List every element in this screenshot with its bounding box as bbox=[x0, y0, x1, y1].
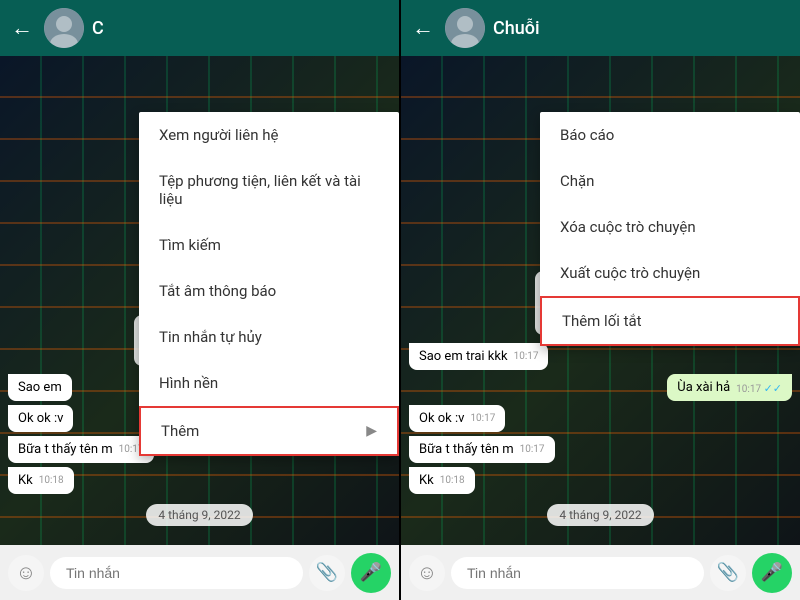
left-menu-search[interactable]: Tìm kiếm bbox=[139, 222, 399, 268]
right-emoji-button[interactable]: ☺ bbox=[409, 555, 445, 591]
left-menu-view-contact[interactable]: Xem người liên hệ bbox=[139, 112, 399, 158]
right-msg-3: Ok ok :v 10:17 bbox=[409, 405, 505, 432]
left-menu-disappearing[interactable]: Tin nhắn tự hủy bbox=[139, 314, 399, 360]
right-msg-4: Bữa t thấy tên m 10:17 bbox=[409, 436, 555, 463]
right-menu-report[interactable]: Báo cáo bbox=[540, 112, 800, 158]
right-msg-2-tick: ✓✓ bbox=[764, 382, 782, 395]
left-menu-chevron-icon: ▶ bbox=[366, 423, 377, 439]
left-menu-media[interactable]: Tệp phương tiện, liên kết và tài liệu bbox=[139, 158, 399, 222]
right-chat-background: 🔒 Tin nhắn và cuộc...Những người bên ng.… bbox=[401, 56, 800, 600]
left-message-input[interactable] bbox=[50, 557, 303, 589]
right-menu-shortcut[interactable]: Thêm lối tắt bbox=[540, 296, 800, 346]
right-date-badge: 4 tháng 9, 2022 bbox=[547, 504, 653, 526]
right-contact-name[interactable]: Chuỗi bbox=[493, 18, 792, 39]
right-msg-1: Sao em trai kkk 10:17 bbox=[409, 343, 548, 370]
right-panel: ← Chuỗi 🔒 Tin nhắn và cuộc...Những người… bbox=[401, 0, 800, 600]
right-attach-button[interactable]: 📎 bbox=[710, 555, 746, 591]
left-header: ← C bbox=[0, 0, 399, 56]
left-msg-3: Bữa t thấy tên m 10:17 bbox=[8, 436, 154, 463]
right-dropdown-menu: Báo cáo Chặn Xóa cuộc trò chuyện Xuất cu… bbox=[540, 112, 800, 346]
left-input-bar: ☺ 📎 🎤 bbox=[0, 545, 399, 600]
right-back-button[interactable]: ← bbox=[409, 15, 437, 41]
left-contact-name[interactable]: C bbox=[92, 18, 391, 39]
left-back-button[interactable]: ← bbox=[8, 15, 36, 41]
left-msg-2: Ok ok :v bbox=[8, 405, 73, 432]
left-msg-1: Sao em bbox=[8, 374, 72, 401]
right-menu-clear-chat[interactable]: Xóa cuộc trò chuyện bbox=[540, 204, 800, 250]
right-mic-button[interactable]: 🎤 bbox=[752, 553, 792, 593]
right-message-input[interactable] bbox=[451, 557, 704, 589]
left-menu-more[interactable]: Thêm ▶ bbox=[139, 406, 399, 456]
left-dropdown-menu: Xem người liên hệ Tệp phương tiện, liên … bbox=[139, 112, 399, 456]
left-date-badge: 4 tháng 9, 2022 bbox=[146, 504, 252, 526]
left-emoji-button[interactable]: ☺ bbox=[8, 555, 44, 591]
right-menu-block[interactable]: Chặn bbox=[540, 158, 800, 204]
left-chat-background: 🔒 Tin nhắn và cuộc...Những người bên ng.… bbox=[0, 56, 399, 600]
left-attach-button[interactable]: 📎 bbox=[309, 555, 345, 591]
right-msg-5: Kk 10:18 bbox=[409, 467, 475, 494]
left-avatar bbox=[44, 8, 84, 48]
left-mic-button[interactable]: 🎤 bbox=[351, 553, 391, 593]
right-menu-export-chat[interactable]: Xuất cuộc trò chuyện bbox=[540, 250, 800, 296]
right-msg-2: Ùa xài hả 10:17 ✓✓ bbox=[667, 374, 792, 401]
right-input-bar: ☺ 📎 🎤 bbox=[401, 545, 800, 600]
left-menu-wallpaper[interactable]: Hình nền bbox=[139, 360, 399, 406]
left-menu-mute[interactable]: Tắt âm thông báo bbox=[139, 268, 399, 314]
left-msg-4: Kk 10:18 bbox=[8, 467, 74, 494]
right-header: ← Chuỗi bbox=[401, 0, 800, 56]
left-panel: ← C 🔒 Tin nhắn và cuộc...Những người bên… bbox=[0, 0, 399, 600]
right-avatar bbox=[445, 8, 485, 48]
